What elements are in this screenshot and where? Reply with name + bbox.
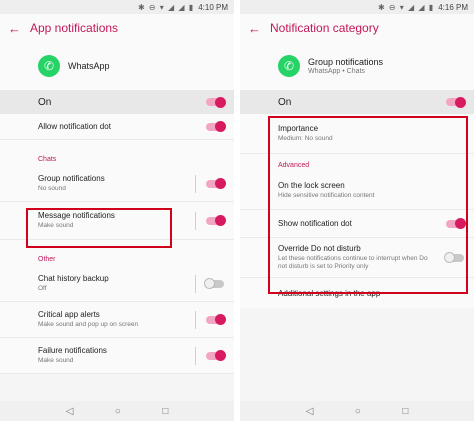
status-icons: ✱ ⊖ ▾ ◢ ◢ ▮ <box>137 2 195 12</box>
allow-dot-label: Allow notification dot <box>38 122 111 131</box>
nav-recents-icon[interactable]: □ <box>162 406 168 417</box>
master-toggle-row[interactable]: On <box>0 90 234 114</box>
master-toggle-row[interactable]: On <box>240 90 474 114</box>
category-sub: WhatsApp • Chats <box>308 68 365 75</box>
right-screen: ✱ ⊖ ▾ ◢ ◢ ▮ 4:16 PM ← Notification categ… <box>240 0 474 421</box>
back-arrow-icon[interactable]: ← <box>248 21 270 36</box>
critical-title: Critical app alerts <box>38 310 100 319</box>
group-sub: No sound <box>38 185 66 192</box>
allow-dot-toggle[interactable] <box>206 121 226 132</box>
app-bar: ← App notifications <box>0 14 234 42</box>
page-title: Notification category <box>270 21 379 35</box>
failure-sub: Make sound <box>38 357 74 364</box>
failure-notifications-row[interactable]: Failure notifications Make sound <box>0 338 234 374</box>
status-bar: ✱ ⊖ ▾ ◢ ◢ ▮ 4:10 PM <box>0 0 234 14</box>
whatsapp-logo-icon: ✆ <box>278 55 300 77</box>
nav-back-icon[interactable]: ◁ <box>66 406 74 417</box>
critical-sub: Make sound and pop up on screen <box>38 321 139 328</box>
group-toggle[interactable] <box>206 178 226 189</box>
backup-sub: Off <box>38 285 47 292</box>
nav-home-icon[interactable]: ○ <box>355 406 361 417</box>
nav-bar: ◁ ○ □ <box>0 401 234 421</box>
app-name: WhatsApp <box>68 61 110 71</box>
section-chats: Chats <box>0 140 234 166</box>
group-notifications-row[interactable]: Group notifications No sound <box>0 166 234 202</box>
backup-title: Chat history backup <box>38 274 109 283</box>
status-time: 4:10 PM <box>198 2 228 12</box>
allow-dot-row[interactable]: Allow notification dot <box>0 114 234 140</box>
highlight-box-category <box>268 116 468 294</box>
app-header: ✆ WhatsApp <box>0 42 234 90</box>
highlight-box-message <box>26 208 172 248</box>
on-label: On <box>38 96 52 108</box>
status-bar: ✱ ⊖ ▾ ◢ ◢ ▮ 4:16 PM <box>240 0 474 14</box>
failure-title: Failure notifications <box>38 346 107 355</box>
app-bar: ← Notification category <box>240 14 474 42</box>
failure-toggle[interactable] <box>206 350 226 361</box>
nav-bar: ◁ ○ □ <box>240 401 474 421</box>
master-toggle[interactable] <box>206 96 226 108</box>
status-icons: ✱ ⊖ ▾ ◢ ◢ ▮ <box>377 2 435 12</box>
whatsapp-logo-icon: ✆ <box>38 55 60 77</box>
chat-backup-row[interactable]: Chat history backup Off <box>0 266 234 302</box>
left-screen: ✱ ⊖ ▾ ◢ ◢ ▮ 4:10 PM ← App notifications … <box>0 0 234 421</box>
group-title: Group notifications <box>38 174 105 183</box>
on-label: On <box>278 96 292 108</box>
category-name: Group notifications <box>308 57 384 67</box>
backup-toggle[interactable] <box>204 278 224 289</box>
critical-toggle[interactable] <box>206 314 226 325</box>
nav-home-icon[interactable]: ○ <box>115 406 121 417</box>
nav-back-icon[interactable]: ◁ <box>306 406 314 417</box>
back-arrow-icon[interactable]: ← <box>8 21 30 36</box>
master-toggle[interactable] <box>446 96 466 108</box>
page-title: App notifications <box>30 21 119 35</box>
category-header: ✆ Group notifications WhatsApp • Chats <box>240 42 474 90</box>
critical-alerts-row[interactable]: Critical app alerts Make sound and pop u… <box>0 302 234 338</box>
nav-recents-icon[interactable]: □ <box>402 406 408 417</box>
message-toggle[interactable] <box>206 215 226 226</box>
status-time: 4:16 PM <box>438 2 468 12</box>
